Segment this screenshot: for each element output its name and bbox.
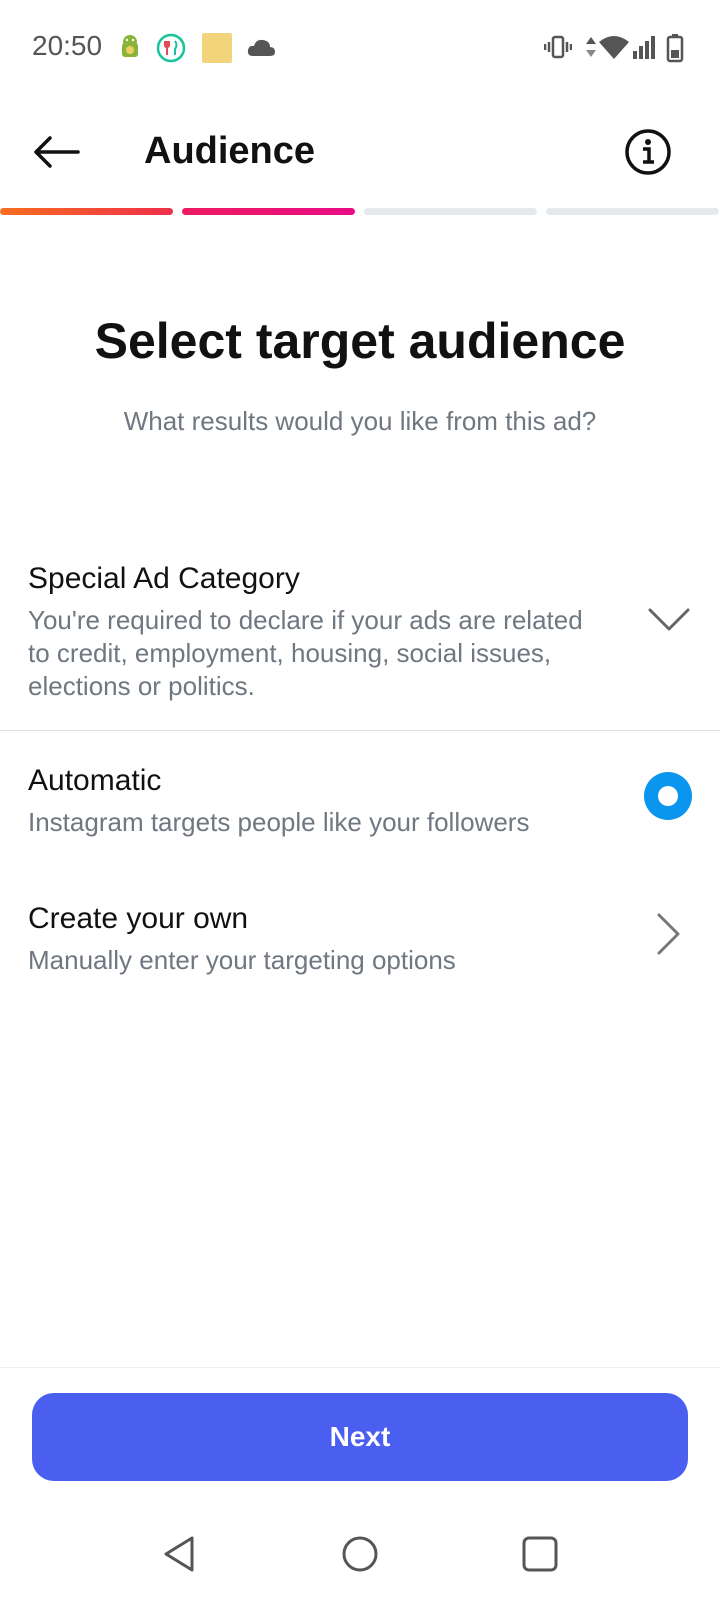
yellow-app-icon <box>202 33 232 63</box>
footer-divider <box>0 1367 720 1368</box>
hero-title: Select target audience <box>94 313 626 369</box>
status-bar: 20:50 <box>0 0 720 96</box>
progress-step-4 <box>546 208 719 215</box>
progress-step-2 <box>182 208 355 215</box>
chevron-right-icon <box>657 913 680 955</box>
progress-indicator <box>0 208 720 216</box>
battery-icon <box>666 34 684 63</box>
hero-subtitle: What results would you like from this ad… <box>123 406 597 436</box>
progress-step-1 <box>0 208 173 215</box>
automatic-title: Automatic <box>28 764 162 797</box>
nav-home-button[interactable] <box>336 1530 384 1578</box>
vibrate-icon <box>544 35 572 59</box>
page-title: Audience <box>144 130 316 172</box>
food-icon <box>156 33 186 63</box>
back-button[interactable] <box>26 124 86 180</box>
nav-home-icon <box>342 1536 378 1572</box>
next-button[interactable]: Next <box>32 1393 688 1481</box>
signal-icon <box>633 36 655 59</box>
info-button[interactable] <box>620 124 676 180</box>
special-ad-title: Special Ad Category <box>28 562 300 595</box>
arrow-left-icon <box>34 136 80 168</box>
create-own-description: Manually enter your targeting options <box>28 945 456 975</box>
wifi-icon <box>599 36 629 59</box>
automatic-radio[interactable] <box>644 772 692 820</box>
chevron-down-icon <box>648 608 690 631</box>
nav-back-icon <box>164 1536 194 1572</box>
progress-step-3 <box>364 208 537 215</box>
app-header: Audience <box>0 96 720 204</box>
status-time: 20:50 <box>32 30 103 61</box>
divider <box>0 730 720 731</box>
create-own-title: Create your own <box>28 902 249 935</box>
special-ad-description: You're required to declare if your ads a… <box>28 605 583 701</box>
android-icon <box>122 35 138 57</box>
nav-recents-icon <box>522 1536 558 1572</box>
data-arrows-icon <box>586 37 596 57</box>
automatic-description: Instagram targets people like your follo… <box>28 807 530 837</box>
info-icon <box>625 129 671 175</box>
special-ad-category-row[interactable]: Special Ad Category You're required to d… <box>0 560 720 730</box>
system-nav-bar <box>0 1512 720 1600</box>
create-your-own-option[interactable]: Create your own Manually enter your targ… <box>0 898 720 998</box>
cloud-icon <box>247 39 275 56</box>
nav-recents-button[interactable] <box>516 1530 564 1578</box>
radio-selected-dot <box>658 786 678 806</box>
nav-back-button[interactable] <box>156 1530 204 1578</box>
automatic-option[interactable]: Automatic Instagram targets people like … <box>0 760 720 860</box>
